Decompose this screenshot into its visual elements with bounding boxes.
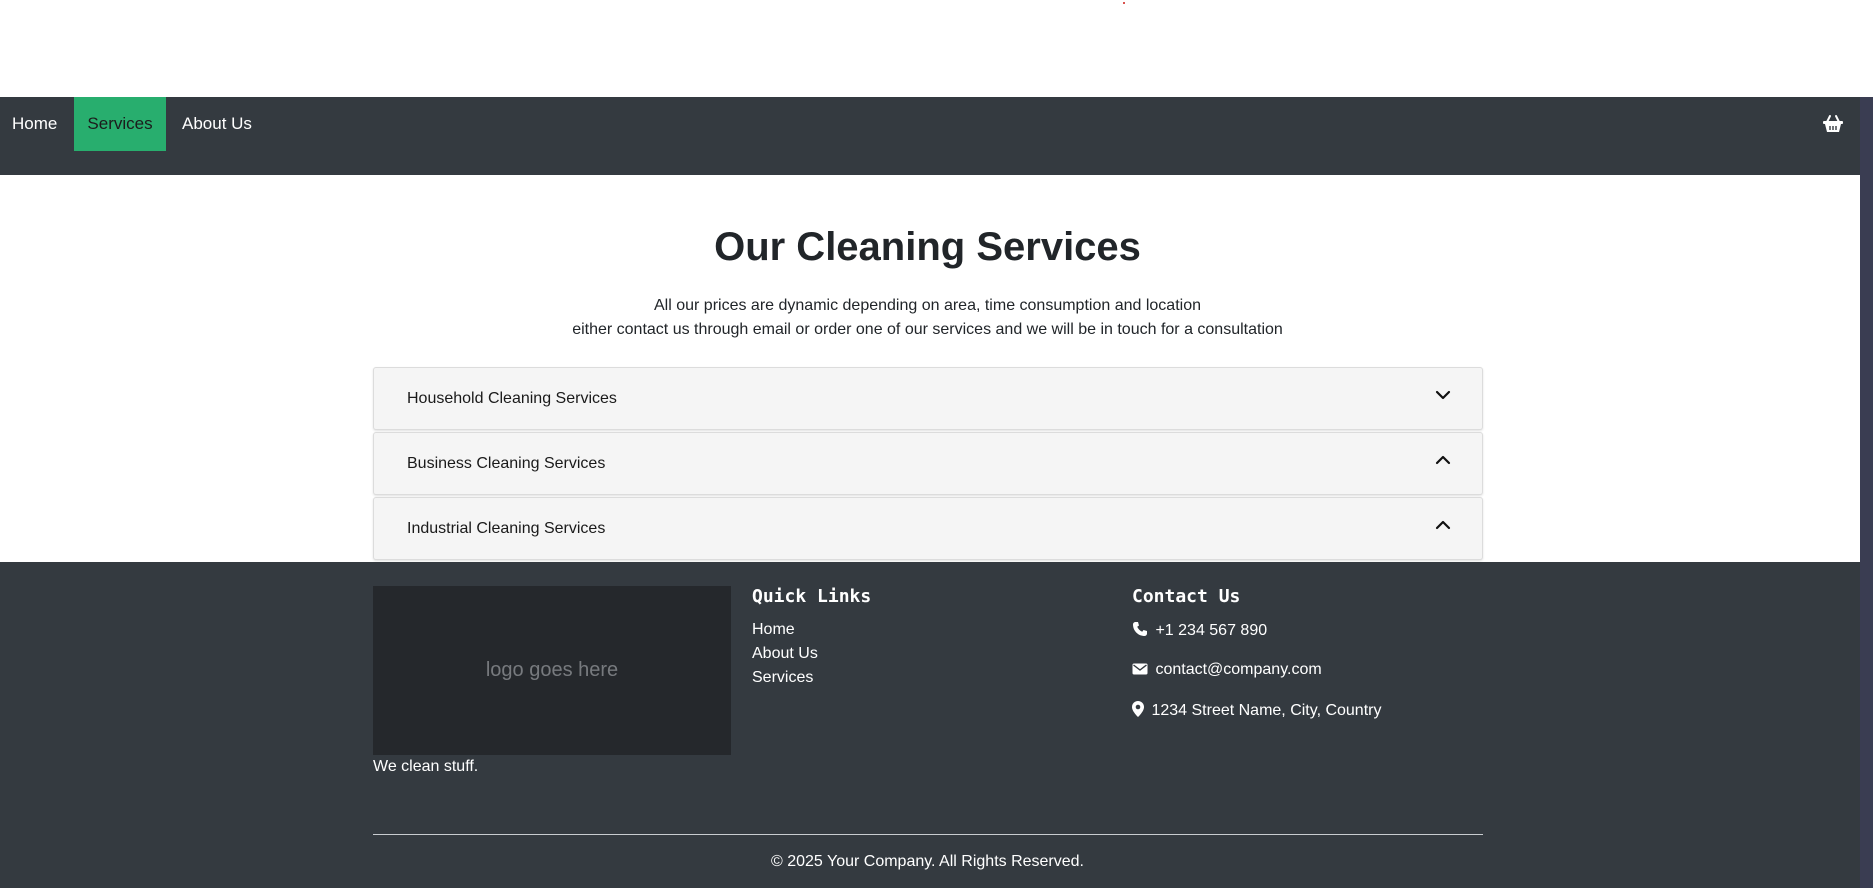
chevron-up-icon	[1435, 520, 1451, 530]
copyright: © 2025 Your Company. All Rights Reserved…	[771, 853, 1084, 870]
contact-address-text: 1234 Street Name, City, Country	[1151, 702, 1382, 719]
quick-links-heading: Quick Links	[752, 586, 872, 607]
tagline: We clean stuff.	[373, 758, 479, 775]
navbar: Home Services About Us	[0, 97, 1860, 175]
top-red-dot	[1123, 2, 1125, 4]
footer-link-home[interactable]: Home	[752, 621, 795, 639]
nav-services-link[interactable]: Services	[74, 97, 166, 151]
page-title: Our Cleaning Services	[714, 225, 1141, 269]
contact-phone: +1 234 567 890	[1132, 621, 1267, 640]
accordion-label: Household Cleaning Services	[407, 390, 617, 407]
top-blank-area	[0, 0, 1873, 97]
nav-home-link[interactable]: Home	[0, 97, 69, 151]
services-section: Our Cleaning Services All our prices are…	[0, 175, 1860, 562]
logo-placeholder: logo goes here	[373, 586, 731, 755]
accordion-label: Business Cleaning Services	[407, 455, 606, 472]
contact-heading: Contact Us	[1132, 586, 1241, 607]
footer: logo goes here We clean stuff. Quick Lin…	[0, 562, 1860, 888]
subtitle-line-2: either contact us through email or order…	[572, 321, 1283, 338]
accordion-business[interactable]: Business Cleaning Services	[373, 432, 1483, 495]
phone-icon	[1133, 622, 1147, 636]
nav-about-link[interactable]: About Us	[170, 97, 264, 151]
scrollbar[interactable]	[1860, 97, 1873, 888]
contact-email-text: contact@company.com	[1155, 661, 1322, 678]
basket-icon[interactable]	[1822, 113, 1844, 135]
accordion-industrial[interactable]: Industrial Cleaning Services	[373, 497, 1483, 560]
footer-divider	[373, 834, 1483, 835]
map-pin-icon	[1132, 701, 1144, 717]
chevron-down-icon	[1435, 390, 1451, 400]
contact-address: 1234 Street Name, City, Country	[1132, 701, 1381, 720]
contact-email: contact@company.com	[1132, 661, 1322, 679]
subtitle-line-1: All our prices are dynamic depending on …	[654, 297, 1201, 314]
footer-link-services[interactable]: Services	[752, 669, 813, 687]
envelope-icon	[1132, 663, 1148, 675]
accordion-label: Industrial Cleaning Services	[407, 520, 606, 537]
logo-placeholder-text: logo goes here	[485, 659, 619, 681]
chevron-up-icon	[1435, 455, 1451, 465]
footer-link-about[interactable]: About Us	[752, 645, 818, 663]
contact-phone-text: +1 234 567 890	[1155, 622, 1268, 639]
accordion-household[interactable]: Household Cleaning Services	[373, 367, 1483, 430]
